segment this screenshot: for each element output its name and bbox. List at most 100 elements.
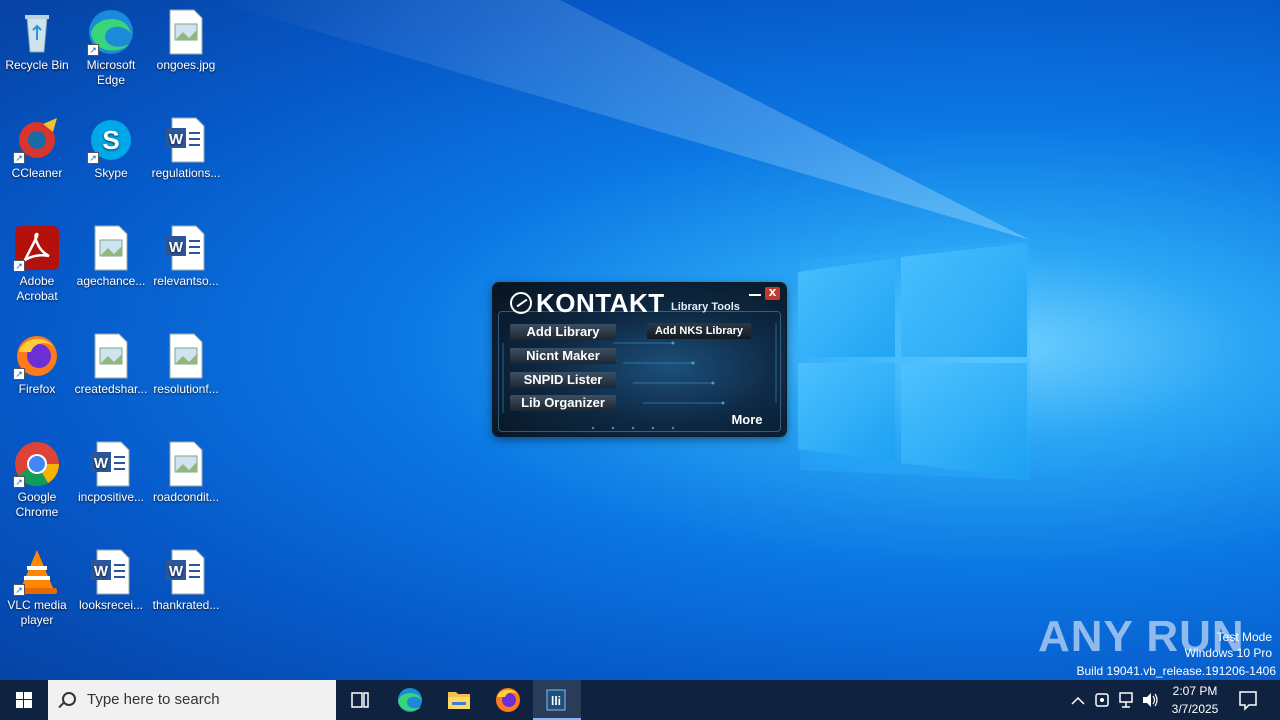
kontakt-logo-icon — [510, 292, 532, 314]
desktop-icon-label: Microsoft Edge — [86, 58, 136, 87]
taskbar-firefox[interactable] — [484, 680, 532, 720]
shortcut-arrow-icon: ↗ — [13, 368, 25, 380]
desktop-icon-label: Google Chrome — [15, 490, 59, 519]
desktop-icon-google-chrome[interactable]: ↗ Google Chrome — [0, 440, 75, 520]
desktop-icon-incpositive[interactable]: W incpositive... — [73, 440, 149, 505]
taskbar-search-box[interactable]: Type here to search — [48, 680, 336, 720]
nicnt-maker-button[interactable]: Nicnt Maker — [510, 348, 616, 364]
word-doc-icon: W — [162, 548, 210, 596]
taskbar-edge[interactable] — [386, 680, 434, 720]
desktop-icon-regulations[interactable]: W regulations... — [148, 116, 224, 181]
task-view-button[interactable] — [336, 680, 384, 720]
desktop-icon-roadcondit[interactable]: roadcondit... — [148, 440, 224, 505]
image-file-icon — [87, 332, 135, 380]
start-button[interactable] — [0, 680, 48, 720]
taskbar-kontakt-tool[interactable]: lli — [533, 680, 581, 720]
desktop-icon-createdshar[interactable]: createdshar... — [73, 332, 149, 397]
desktop-icon-agechance[interactable]: agechance... — [73, 224, 149, 289]
action-center-button[interactable] — [1234, 680, 1262, 720]
more-button[interactable]: More — [721, 412, 773, 428]
svg-text:W: W — [169, 239, 184, 256]
chrome-icon: ↗ — [13, 440, 61, 488]
search-icon — [62, 692, 76, 706]
desktop-icon-label: agechance... — [76, 274, 146, 288]
taskbar: Type here to search lli 2:07 PM 3/7/2025 — [0, 680, 1280, 720]
edge-icon — [398, 688, 422, 712]
recycle-bin-icon — [13, 8, 61, 56]
window-subtitle: Library Tools — [671, 301, 740, 313]
desktop-icon-label: looksrecei... — [78, 598, 144, 612]
word-doc-icon: W — [87, 440, 135, 488]
show-hidden-icons-button[interactable] — [1068, 680, 1088, 720]
windows-logo-icon — [16, 692, 32, 708]
acrobat-icon: ↗ — [13, 224, 61, 272]
desktop-icon-relevantso[interactable]: W relevantso... — [148, 224, 224, 289]
speaker-icon — [1143, 693, 1158, 707]
kontakt-library-tools-window: KONTAKT Library Tools X Add Library Add … — [493, 283, 786, 436]
shortcut-arrow-icon: ↗ — [13, 152, 25, 164]
windows-edition-label: Windows 10 Pro — [1184, 646, 1272, 660]
desktop-icon-label: resolutionf... — [153, 382, 219, 396]
window-title: KONTAKT — [536, 288, 665, 318]
desktop-icon-label: Recycle Bin — [5, 58, 69, 72]
lib-organizer-button[interactable]: Lib Organizer — [510, 395, 616, 411]
shortcut-arrow-icon: ↗ — [13, 584, 25, 596]
desktop-icon-label: VLC media player — [7, 598, 67, 627]
desktop-icon-label: incpositive... — [77, 490, 145, 504]
desktop-icon-label: Skype — [94, 166, 128, 180]
desktop-icon-label: createdshar... — [74, 382, 148, 396]
tray-app-button[interactable] — [1092, 680, 1112, 720]
test-mode-label: Test Mode — [1216, 630, 1272, 644]
snpid-lister-button[interactable]: SNPID Lister — [510, 372, 616, 388]
edge-icon: ↗ — [87, 8, 135, 56]
word-doc-icon: W — [162, 116, 210, 164]
vlc-icon: ↗ — [13, 548, 61, 596]
build-label: Build 19041.vb_release.191206-1406 — [1076, 664, 1277, 678]
taskbar-file-explorer[interactable] — [435, 680, 483, 720]
network-icon — [1119, 692, 1133, 708]
word-doc-icon: W — [87, 548, 135, 596]
desktop-icon-microsoft-edge[interactable]: ↗ Microsoft Edge — [73, 8, 149, 88]
desktop-icon-ccleaner[interactable]: ↗ CCleaner — [0, 116, 75, 181]
minimize-button[interactable] — [749, 288, 761, 296]
desktop-icon-label: thankrated... — [152, 598, 220, 612]
image-file-icon — [87, 224, 135, 272]
image-file-icon — [162, 8, 210, 56]
tray-app-icon — [1095, 693, 1109, 707]
desktop-icon-ongoes[interactable]: ongoes.jpg — [148, 8, 224, 73]
shortcut-arrow-icon: ↗ — [87, 152, 99, 164]
file-explorer-icon — [448, 692, 470, 709]
svg-text:W: W — [94, 455, 109, 472]
svg-text:W: W — [94, 563, 109, 580]
desktop-icon-vlc[interactable]: ↗ VLC media player — [0, 548, 75, 628]
add-library-button[interactable]: Add Library — [510, 324, 616, 340]
clock-time: 2:07 PM — [1172, 684, 1218, 698]
svg-text:S: S — [102, 125, 119, 155]
desktop-icon-label: Adobe Acrobat — [16, 274, 58, 303]
firefox-icon: ↗ — [13, 332, 61, 380]
desktop-icon-looksrecei[interactable]: W looksrecei... — [73, 548, 149, 613]
ccleaner-icon: ↗ — [13, 116, 61, 164]
desktop-icon-label: regulations... — [151, 166, 221, 180]
network-button[interactable] — [1116, 680, 1136, 720]
desktop-icon-label: relevantso... — [153, 274, 219, 288]
desktop-icon-firefox[interactable]: ↗ Firefox — [0, 332, 75, 397]
desktop-icon-skype[interactable]: S ↗ Skype — [73, 116, 149, 181]
image-file-icon — [162, 332, 210, 380]
task-view-icon — [351, 692, 369, 708]
desktop-icon-label: ongoes.jpg — [156, 58, 216, 72]
desktop-icon-thankrated[interactable]: W thankrated... — [148, 548, 224, 613]
svg-text:lli: lli — [551, 694, 561, 708]
svg-text:W: W — [169, 131, 184, 148]
word-doc-icon: W — [162, 224, 210, 272]
skype-icon: S ↗ — [87, 116, 135, 164]
desktop-icon-recycle-bin[interactable]: Recycle Bin — [0, 8, 75, 73]
search-placeholder: Type here to search — [87, 691, 220, 708]
add-nks-library-button[interactable]: Add NKS Library — [647, 323, 751, 339]
desktop-icon-adobe-acrobat[interactable]: ↗ Adobe Acrobat — [0, 224, 75, 304]
close-button[interactable]: X — [765, 287, 780, 300]
shortcut-arrow-icon: ↗ — [87, 44, 99, 56]
desktop-icon-resolutionf[interactable]: resolutionf... — [148, 332, 224, 397]
volume-button[interactable] — [1140, 680, 1160, 720]
taskbar-clock[interactable]: 2:07 PM 3/7/2025 — [1160, 682, 1230, 718]
